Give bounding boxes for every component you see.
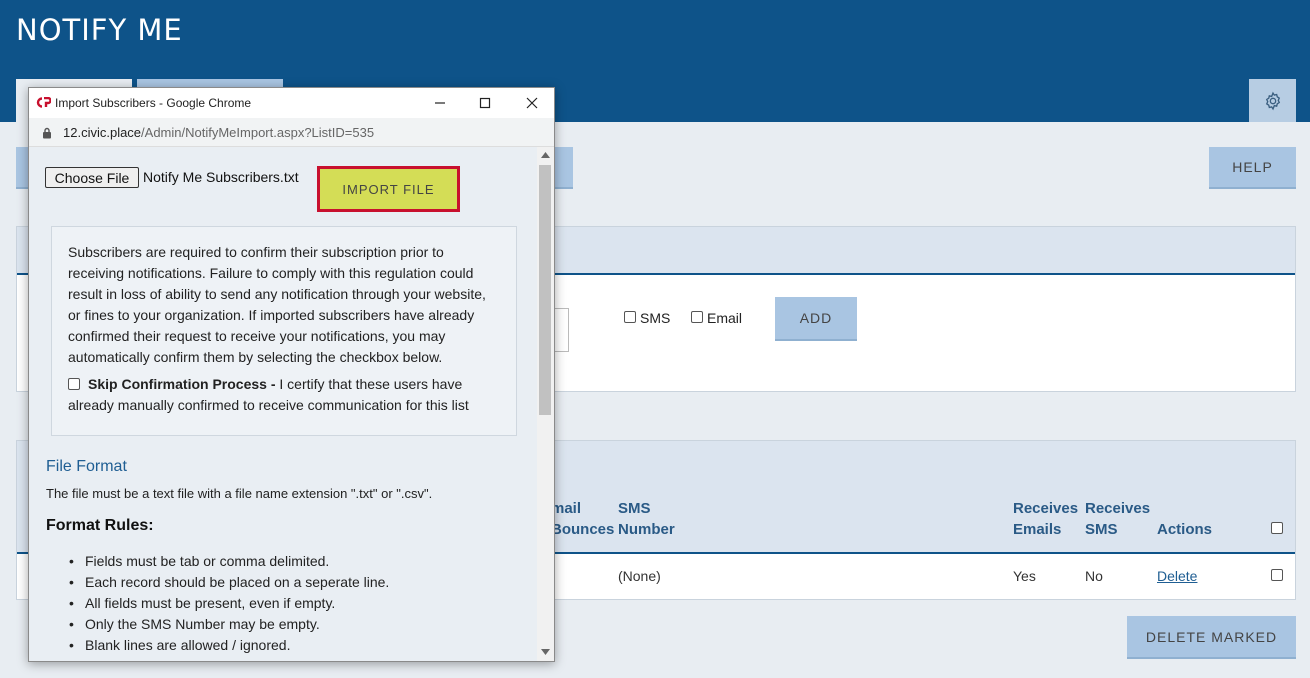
file-format-text: The file must be a text file with a file… (46, 486, 433, 501)
row-receives-emails: Yes (1013, 568, 1036, 584)
sms-checkbox[interactable] (624, 311, 636, 323)
list-item: Only the SMS Number may be empty. (67, 614, 389, 635)
maximize-button[interactable] (470, 92, 500, 114)
selected-file-name: Notify Me Subscribers.txt (143, 169, 299, 185)
col-receives-emails: Receives Emails (1013, 500, 1079, 538)
row-sms-number: (None) (618, 568, 661, 584)
window-titlebar: Import Subscribers - Google Chrome (29, 88, 554, 118)
close-icon (526, 97, 538, 109)
import-popup-window: Import Subscribers - Google Chrome 12.ci… (28, 87, 555, 662)
popup-scrollbar[interactable] (537, 147, 554, 661)
maximize-icon (479, 97, 491, 109)
choose-file-button[interactable]: Choose File (45, 167, 139, 188)
row-receives-sms: No (1085, 568, 1103, 584)
format-rules-heading: Format Rules: (46, 517, 154, 534)
list-item: Each record should be placed on a sepera… (67, 572, 389, 593)
address-bar[interactable]: 12.civic.place/Admin/NotifyMeImport.aspx… (29, 118, 554, 147)
email-checkbox[interactable] (691, 311, 703, 323)
window-title: Import Subscribers - Google Chrome (55, 96, 252, 110)
scrollbar-thumb[interactable] (539, 165, 551, 415)
import-file-button[interactable]: IMPORT FILE (317, 166, 460, 212)
delete-marked-button[interactable]: DELETE MARKED (1127, 616, 1296, 659)
sms-label: SMS (640, 310, 671, 326)
email-label: Email (707, 310, 743, 326)
settings-button[interactable] (1249, 79, 1296, 122)
url-text: 12.civic.place/Admin/NotifyMeImport.aspx… (63, 125, 375, 140)
lock-icon (43, 127, 51, 139)
notice-text: Subscribers are required to confirm thei… (68, 244, 486, 365)
list-item: Blank lines are allowed / ignored. (67, 635, 389, 656)
col-actions: Actions (1157, 521, 1213, 538)
scroll-up-icon (541, 152, 550, 158)
select-all-checkbox[interactable] (1271, 522, 1283, 534)
confirmation-notice: Subscribers are required to confirm thei… (51, 226, 517, 436)
list-item: Fields must be tab or comma delimited. (67, 551, 389, 572)
file-format-heading: File Format (46, 458, 127, 475)
skip-confirmation-row: Skip Confirmation Process - I certify th… (68, 374, 500, 416)
col-email-bounces: mail Bounces (551, 500, 615, 538)
add-button[interactable]: ADD (775, 297, 857, 341)
minimize-icon (435, 102, 445, 104)
row-checkbox[interactable] (1271, 569, 1283, 581)
list-item: All fields must be present, even if empt… (67, 593, 389, 614)
skip-confirmation-label: Skip Confirmation Process - (88, 376, 276, 392)
help-button[interactable]: HELP (1209, 147, 1296, 189)
delete-link[interactable]: Delete (1157, 568, 1197, 584)
col-receives-sms: Receives SMS (1085, 500, 1151, 538)
gear-icon (1265, 91, 1280, 110)
format-rules-list: Fields must be tab or comma delimited. E… (67, 551, 389, 656)
popup-content: Choose File Notify Me Subscribers.txt IM… (29, 147, 537, 661)
scroll-down-icon (541, 649, 550, 655)
skip-confirmation-checkbox[interactable] (68, 377, 80, 390)
app-title: NOTIFY ME (16, 13, 183, 47)
close-button[interactable] (517, 92, 547, 114)
minimize-button[interactable] (425, 92, 455, 114)
col-sms-number: SMS Number (618, 500, 675, 538)
civicplus-logo-icon (36, 97, 51, 108)
